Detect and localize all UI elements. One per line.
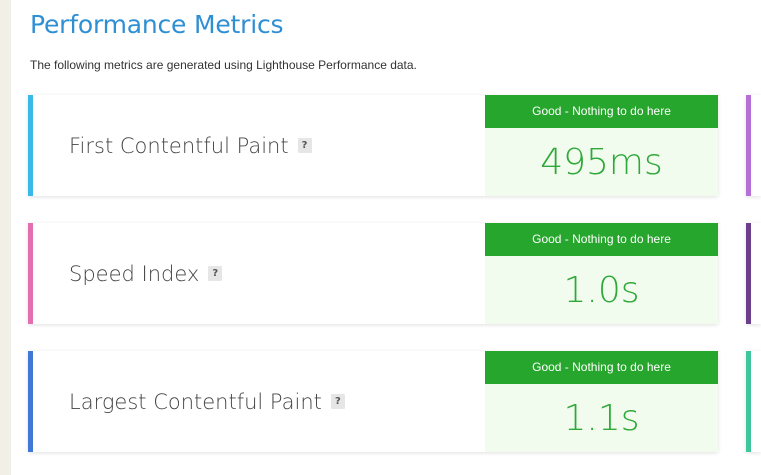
metric-value: 1.1s xyxy=(563,397,640,439)
help-icon[interactable]: ? xyxy=(208,266,223,281)
metric-label: Speed Index xyxy=(69,261,200,286)
metric-grade: Good - Nothing to do here 495ms xyxy=(485,95,718,196)
metric-label-container: Largest Contentful Paint ? xyxy=(69,351,345,452)
page-subtitle: The following metrics are generated usin… xyxy=(30,58,417,72)
side-card-edge xyxy=(746,223,761,324)
page-title: Performance Metrics xyxy=(30,10,284,39)
metric-card-largest-contentful-paint: Largest Contentful Paint ? Good - Nothin… xyxy=(28,351,718,452)
status-badge: Good - Nothing to do here xyxy=(485,95,718,128)
metric-grade: Good - Nothing to do here 1.1s xyxy=(485,351,718,452)
side-card-edge xyxy=(746,95,761,196)
metric-label: First Contentful Paint xyxy=(69,133,289,158)
metric-value: 495ms xyxy=(540,141,663,183)
metric-label-container: First Contentful Paint ? xyxy=(69,95,312,196)
metric-label-container: Speed Index ? xyxy=(69,223,223,324)
help-icon[interactable]: ? xyxy=(297,138,312,153)
metric-card-first-contentful-paint: First Contentful Paint ? Good - Nothing … xyxy=(28,95,718,196)
metric-label: Largest Contentful Paint xyxy=(69,389,322,414)
help-icon[interactable]: ? xyxy=(330,394,345,409)
metric-card-speed-index: Speed Index ? Good - Nothing to do here … xyxy=(28,223,718,324)
metric-grade: Good - Nothing to do here 1.0s xyxy=(485,223,718,324)
status-badge: Good - Nothing to do here xyxy=(485,223,718,256)
performance-panel: Performance Metrics The following metric… xyxy=(11,0,761,475)
side-card-edge xyxy=(746,351,761,452)
metric-value: 1.0s xyxy=(563,269,640,311)
status-badge: Good - Nothing to do here xyxy=(485,351,718,384)
